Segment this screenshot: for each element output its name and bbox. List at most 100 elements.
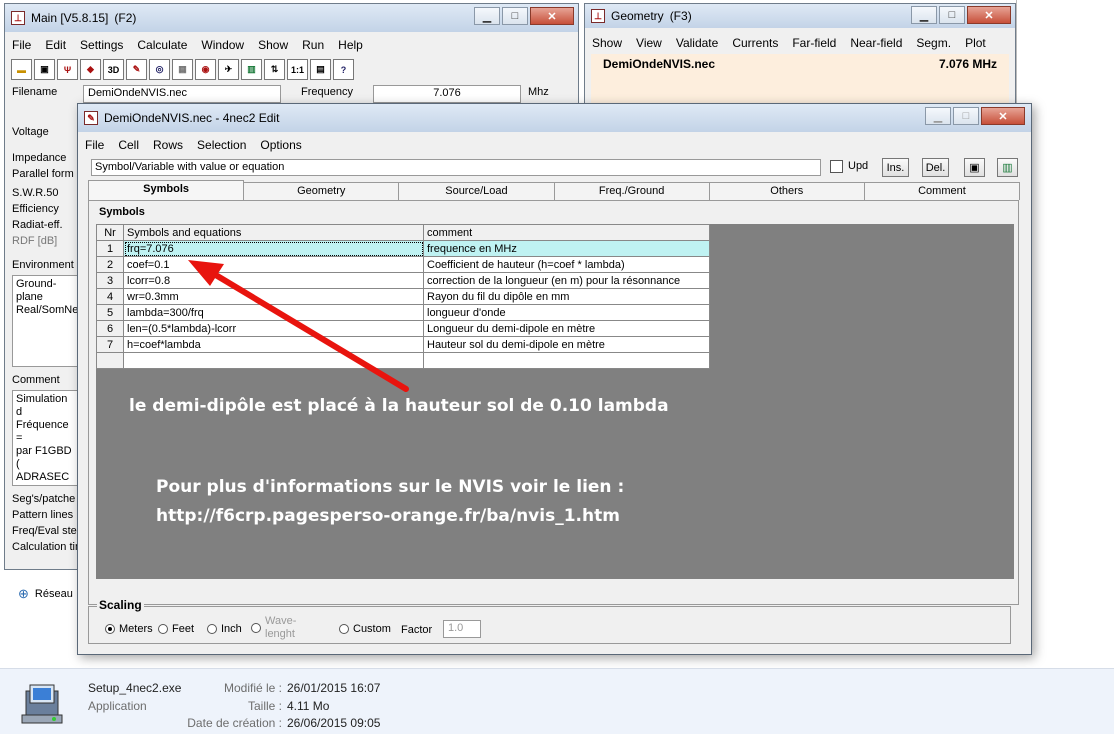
radio-wavelength[interactable]: Wave- lenght (251, 615, 296, 641)
details-size-value: 4.11 Mo (287, 699, 330, 713)
edit-menu-selection[interactable]: Selection (190, 136, 253, 154)
menu-run[interactable]: Run (295, 36, 331, 54)
menu-calculate[interactable]: Calculate (130, 36, 194, 54)
minimize-icon: ▁ (482, 10, 492, 23)
edit-maximize-button[interactable]: □ (953, 107, 979, 125)
minimize-icon: ▁ (933, 110, 943, 123)
maximize-icon: □ (962, 110, 970, 122)
target-button[interactable]: ◉ (195, 59, 216, 80)
sweep-button[interactable]: ⇅ (264, 59, 285, 80)
ratio-button[interactable]: 1:1 (287, 59, 308, 80)
calculator-button-edit[interactable]: ▥ (997, 158, 1018, 177)
details-modified-label: Modifié le : (223, 681, 282, 695)
environment-list: Ground-plane Real/SomNe (12, 275, 80, 367)
geo-menu-far-field[interactable]: Far-field (785, 34, 843, 52)
menu-help[interactable]: Help (331, 36, 370, 54)
sweep-icon: ⇅ (270, 64, 279, 74)
open-folder-button[interactable]: ▬ (11, 59, 32, 80)
view-3d-label: 3D (107, 64, 120, 75)
menu-window[interactable]: Window (194, 36, 251, 54)
filename-field: DemiOndeNVIS.nec (83, 85, 281, 103)
edit-menu-cell[interactable]: Cell (111, 136, 146, 154)
windows-toggle-button[interactable]: ▣ (964, 158, 985, 177)
pattern-button[interactable]: ◎ (149, 59, 170, 80)
maximize-icon: □ (511, 10, 519, 22)
radio-custom-label: Custom (353, 623, 391, 635)
radio-meters[interactable]: Meters (105, 623, 153, 635)
tab-source-load[interactable]: Source/Load (398, 182, 555, 200)
edit-minimize-button[interactable]: ▁ (925, 107, 951, 125)
hint-field[interactable]: Symbol/Variable with value or equation (91, 159, 821, 176)
upd-checkbox[interactable] (830, 160, 843, 173)
scaling-group: Scaling Meters Feet Inch Wave- lenght Cu… (88, 598, 1011, 644)
geo-menu-currents[interactable]: Currents (725, 34, 785, 52)
tab-geometry[interactable]: Geometry (243, 182, 400, 200)
geometry-maximize-button[interactable]: □ (939, 6, 965, 24)
calculator-button[interactable]: ▥ (241, 59, 262, 80)
radio-meters-label: Meters (119, 623, 153, 635)
geo-menu-segm[interactable]: Segm. (909, 34, 958, 52)
radio-feet[interactable]: Feet (158, 623, 194, 635)
edit-close-button[interactable]: ✕ (981, 107, 1025, 125)
geo-menu-validate[interactable]: Validate (669, 34, 725, 52)
minimize-button[interactable]: ▁ (474, 7, 500, 25)
network-icon: ⊕ (18, 586, 29, 601)
calculator-icon: ▥ (247, 64, 256, 74)
tab-freq-ground[interactable]: Freq./Ground (553, 182, 710, 200)
optimizer-button[interactable]: ✈ (218, 59, 239, 80)
geometry-titlebar[interactable]: ⊥ Geometry (F3) ▁ □ ✕ (585, 4, 1015, 28)
geometry-app-icon: ⊥ (591, 9, 605, 23)
edit-menu-options[interactable]: Options (253, 136, 308, 154)
factor-field[interactable]: 1.0 (443, 620, 481, 638)
nav-item-reseau[interactable]: ⊕ Réseau (18, 586, 73, 602)
geo-menu-near-field[interactable]: Near-field (843, 34, 909, 52)
tab-symbols[interactable]: Symbols (88, 180, 245, 200)
radio-custom[interactable]: Custom (339, 623, 391, 635)
edit-titlebar[interactable]: ✎ DemiOndeNVIS.nec - 4nec2 Edit ▁ □ ✕ (78, 104, 1031, 132)
symbols-grid-area[interactable]: Nr Symbols and equations comment 1 frq=7… (96, 224, 1014, 579)
delete-button[interactable]: Del. (922, 158, 949, 177)
view-3d-button[interactable]: 3D (103, 59, 124, 80)
edit-menu-file[interactable]: File (78, 136, 111, 154)
edit-tabs: Symbols Geometry Source/Load Freq./Groun… (88, 180, 1021, 200)
comment-line: Fréquence = (16, 419, 69, 444)
radiat-eff-label: Radiat-eff. (12, 219, 63, 231)
antenna-button[interactable]: Ψ (57, 59, 78, 80)
radio-inch[interactable]: Inch (207, 623, 242, 635)
geo-menu-view[interactable]: View (629, 34, 669, 52)
radio-custom-dot (339, 624, 349, 634)
comment-line: ADRASEC 7 (16, 471, 70, 485)
edit-geometry-button[interactable]: ✎ (126, 59, 147, 80)
geo-menu-show[interactable]: Show (585, 34, 629, 52)
main-title: Main [V5.8.15] (31, 11, 109, 25)
insert-button[interactable]: Ins. (882, 158, 909, 177)
tab-comment[interactable]: Comment (863, 182, 1021, 200)
menu-settings[interactable]: Settings (73, 36, 130, 54)
radio-wavelength-label-2: lenght (265, 628, 295, 640)
book-button[interactable]: ▤ (310, 59, 331, 80)
pattern-lines-label: Pattern lines (12, 509, 74, 521)
menu-file[interactable]: File (5, 36, 38, 54)
edit-menu-rows[interactable]: Rows (146, 136, 190, 154)
maximize-button[interactable]: □ (502, 7, 528, 25)
edit-windows-button[interactable]: ▣ (34, 59, 55, 80)
geo-menu-plot[interactable]: Plot (958, 34, 993, 52)
menu-show[interactable]: Show (251, 36, 295, 54)
geometry-view[interactable]: DemiOndeNVIS.nec 7.076 MHz (591, 54, 1009, 110)
pattern-icon: ◎ (155, 64, 164, 74)
mesh-button[interactable]: ▦ (172, 59, 193, 80)
cube-icon: ◆ (87, 64, 94, 74)
geometry-filename: DemiOndeNVIS.nec (603, 57, 716, 71)
windows-icon: ▣ (969, 162, 980, 174)
book-icon: ▤ (316, 64, 325, 74)
main-titlebar[interactable]: ⊥ Main [V5.8.15] (F2) ▁ □ ✕ (5, 4, 578, 32)
menu-edit[interactable]: Edit (38, 36, 73, 54)
geometry-close-button[interactable]: ✕ (967, 6, 1011, 24)
close-icon: ✕ (998, 110, 1008, 123)
radio-feet-label: Feet (172, 623, 195, 635)
close-button[interactable]: ✕ (530, 7, 574, 25)
cube-button[interactable]: ◆ (80, 59, 101, 80)
help-button[interactable]: ? (333, 59, 354, 80)
tab-others[interactable]: Others (708, 182, 865, 200)
geometry-minimize-button[interactable]: ▁ (911, 6, 937, 24)
